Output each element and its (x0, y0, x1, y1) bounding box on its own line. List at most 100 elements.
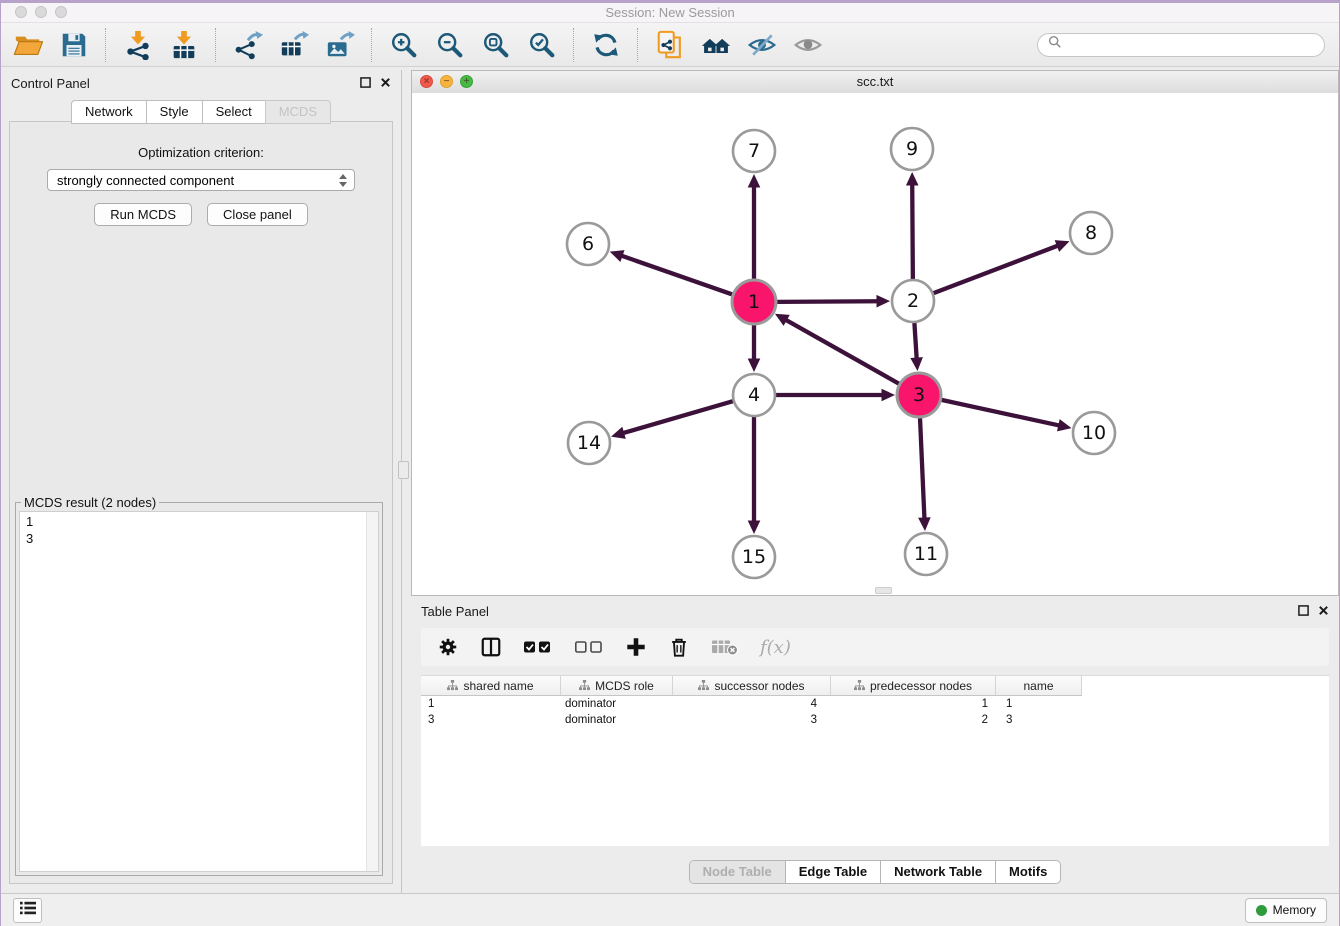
table-cell[interactable]: 3 (996, 714, 1082, 726)
column-header-name[interactable]: name (996, 676, 1082, 695)
table-cell[interactable]: 2 (831, 714, 996, 726)
tab-network-table[interactable]: Network Table (881, 861, 996, 883)
open-session-button[interactable] (11, 28, 45, 62)
delete-row-button[interactable] (668, 636, 690, 658)
table-row[interactable]: 3dominator323 (421, 712, 1082, 728)
tab-edge-table[interactable]: Edge Table (786, 861, 881, 883)
edge-3-1[interactable] (785, 319, 899, 383)
zoom-out-icon (435, 30, 465, 60)
tab-mcds[interactable]: MCDS (265, 100, 331, 124)
edge-3-11[interactable] (920, 418, 924, 520)
zoom-network-button[interactable]: + (460, 75, 473, 88)
show-columns-button[interactable] (480, 636, 502, 658)
save-session-button[interactable] (57, 28, 91, 62)
minimize-window-button[interactable] (35, 6, 47, 18)
node-table: shared nameMCDS rolesuccessor nodesprede… (421, 675, 1329, 846)
import-network-icon (123, 30, 153, 60)
close-panel-icon[interactable] (380, 76, 391, 91)
edge-1-6[interactable] (621, 255, 733, 294)
add-row-button[interactable] (625, 636, 647, 658)
zoom-selected-button[interactable] (525, 28, 559, 62)
minimize-network-button[interactable]: − (440, 75, 453, 88)
mcds-result-box: MCDS result (2 nodes) 1 3 (15, 495, 383, 876)
delete-table-icon (711, 637, 739, 657)
zoom-fit-button[interactable] (479, 28, 513, 62)
edge-2-8[interactable] (934, 245, 1059, 293)
node-label-6: 6 (582, 233, 594, 255)
close-table-panel-icon[interactable] (1318, 604, 1329, 619)
import-network-button[interactable] (121, 28, 155, 62)
criterion-dropdown[interactable]: strongly connected component (47, 169, 355, 191)
zoom-window-button[interactable] (55, 6, 67, 18)
home-view-icon-button[interactable] (699, 28, 733, 62)
select-all-button[interactable] (523, 639, 553, 655)
table-cell[interactable]: 1 (996, 698, 1082, 710)
result-scrollbar[interactable] (366, 512, 378, 871)
zoom-in-button[interactable] (387, 28, 421, 62)
sort-tree-icon (854, 680, 865, 691)
float-table-panel-icon[interactable] (1298, 604, 1309, 619)
table-options-button[interactable] (437, 636, 459, 658)
task-history-button[interactable] (13, 898, 42, 923)
table-tabs: Node TableEdge TableNetwork TableMotifs (411, 860, 1339, 884)
column-header-mcds-role[interactable]: MCDS role (561, 676, 673, 695)
table-cell[interactable]: dominator (561, 714, 673, 726)
close-panel-button[interactable]: Close panel (207, 203, 308, 226)
hide-details-button[interactable] (745, 28, 779, 62)
tab-motifs[interactable]: Motifs (996, 861, 1060, 883)
search-input[interactable] (1068, 36, 1314, 53)
table-cell[interactable]: 3 (421, 714, 561, 726)
tab-select[interactable]: Select (202, 100, 265, 124)
function-builder-button[interactable]: f(x) (760, 637, 791, 658)
share-document-icon (655, 30, 685, 60)
sort-tree-icon (447, 680, 458, 691)
sort-tree-icon (698, 680, 709, 691)
edge-3-10[interactable] (941, 400, 1060, 426)
edge-4-14[interactable] (622, 401, 733, 433)
run-mcds-button[interactable]: Run MCDS (94, 203, 192, 226)
search-box[interactable] (1037, 33, 1325, 57)
control-panel: Control Panel NetworkStyleSelectMCDS Opt… (1, 70, 402, 893)
node-label-14: 14 (577, 432, 601, 454)
tab-style[interactable]: Style (146, 100, 202, 124)
network-window-titlebar[interactable]: × − + scc.txt (412, 71, 1338, 94)
table-row[interactable]: 1dominator411 (421, 696, 1082, 712)
close-network-button[interactable]: × (420, 75, 433, 88)
table-cell[interactable]: 4 (673, 698, 831, 710)
table-toolbar: f(x) (421, 628, 1329, 666)
splitter-handle[interactable] (398, 461, 409, 479)
column-header-shared-name[interactable]: shared name (421, 676, 561, 695)
tab-network[interactable]: Network (71, 100, 146, 124)
delete-table-button[interactable] (711, 637, 739, 657)
deselect-all-button[interactable] (574, 639, 604, 655)
column-header-successor-nodes[interactable]: successor nodes (673, 676, 831, 695)
tab-node-table[interactable]: Node Table (690, 861, 786, 883)
column-header-predecessor-nodes[interactable]: predecessor nodes (831, 676, 996, 695)
network-canvas[interactable]: 1234678910111415 (412, 93, 1338, 595)
share-document-button[interactable] (653, 28, 687, 62)
table-panel: Table Panel f(x) shared nameMCDS rolesuc… (411, 598, 1339, 893)
table-cell[interactable]: 1 (421, 698, 561, 710)
table-panel-title: Table Panel (421, 604, 489, 619)
table-cell[interactable]: 1 (831, 698, 996, 710)
show-details-button[interactable] (791, 28, 825, 62)
export-image-button[interactable] (323, 28, 357, 62)
edge-1-2[interactable] (777, 301, 879, 302)
export-network-button[interactable] (231, 28, 265, 62)
canvas-resize-grip[interactable] (875, 587, 892, 594)
edge-2-9[interactable] (912, 183, 913, 279)
float-panel-icon[interactable] (360, 76, 371, 91)
export-table-button[interactable] (277, 28, 311, 62)
table-cell[interactable]: dominator (561, 698, 673, 710)
refresh-view-button[interactable] (589, 28, 623, 62)
close-window-button[interactable] (15, 6, 27, 18)
zoom-out-button[interactable] (433, 28, 467, 62)
mcds-result-area[interactable]: 1 3 (19, 511, 379, 872)
edge-2-3[interactable] (914, 323, 916, 360)
import-table-button[interactable] (167, 28, 201, 62)
memory-button[interactable]: Memory (1245, 898, 1327, 923)
control-panel-tabs: NetworkStyleSelectMCDS (1, 100, 401, 124)
node-label-8: 8 (1085, 222, 1097, 244)
refresh-icon (591, 30, 621, 60)
table-cell[interactable]: 3 (673, 714, 831, 726)
